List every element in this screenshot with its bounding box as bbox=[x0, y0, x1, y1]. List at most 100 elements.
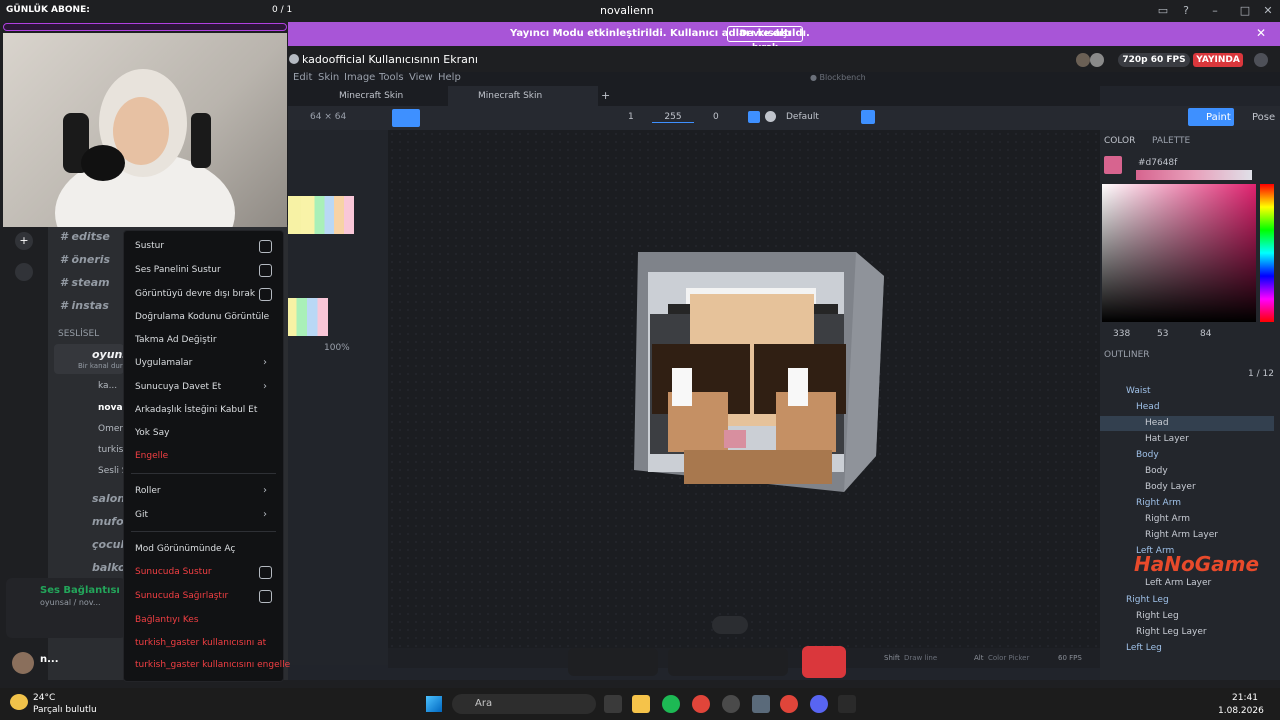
menu-item-block[interactable]: Engelle bbox=[135, 448, 168, 464]
close-icon[interactable]: ✕ bbox=[1256, 26, 1266, 40]
menu-item-change-nickname[interactable]: Takma Ad Değiştir bbox=[135, 332, 217, 348]
voice-category[interactable]: SESLİSEL bbox=[58, 329, 99, 339]
app-icon[interactable] bbox=[838, 695, 856, 713]
outliner-right-arm-layer: Right Arm Layer bbox=[1145, 530, 1218, 540]
channel-3[interactable]: # steam bbox=[60, 276, 110, 289]
mic-camera-controls[interactable] bbox=[568, 648, 658, 676]
menu-item-ignore[interactable]: Yok Say bbox=[135, 425, 169, 441]
mute-soundboard-checkbox[interactable] bbox=[259, 264, 272, 277]
tab-minecraft-skin-2: Minecraft Skin bbox=[478, 91, 543, 101]
brush-opacity: 255 bbox=[652, 112, 694, 123]
menu-item-server-deafen[interactable]: Sunucuda Sağırlaştır bbox=[135, 588, 228, 604]
discord-icon[interactable] bbox=[810, 695, 828, 713]
menu-item-go[interactable]: Git bbox=[135, 507, 148, 523]
file-explorer-icon[interactable] bbox=[632, 695, 650, 713]
square-brush-icon bbox=[748, 111, 760, 123]
menu-item-invite[interactable]: Sunucuya Davet Et bbox=[135, 379, 221, 395]
stream-options-icon[interactable] bbox=[1254, 53, 1268, 67]
back-icon[interactable] bbox=[289, 54, 299, 64]
status-fps: 60 FPS bbox=[1058, 654, 1082, 662]
inbox-icon[interactable]: ▭ bbox=[1155, 3, 1171, 19]
blockbench-tabs bbox=[288, 86, 1100, 106]
voice-user-4[interactable]: turkis bbox=[98, 445, 123, 455]
outliner-right-arm: Right Arm bbox=[1145, 514, 1191, 524]
menu-item-accept-friend[interactable]: Arkadaşlık İsteğini Kabul Et bbox=[135, 402, 257, 418]
toggle-viewers-button[interactable] bbox=[712, 616, 748, 634]
sub-goal-label: GÜNLÜK ABONE: bbox=[6, 5, 90, 15]
start-icon[interactable] bbox=[426, 696, 442, 712]
clock-time[interactable]: 21:41 bbox=[1232, 693, 1258, 703]
channel-4[interactable]: # instas bbox=[60, 299, 109, 312]
help-icon[interactable]: ? bbox=[1178, 3, 1194, 19]
viewer-avatar[interactable] bbox=[1076, 53, 1090, 67]
channel-3-name: steam bbox=[71, 276, 110, 289]
outliner-body-layer: Body Layer bbox=[1145, 482, 1196, 492]
window-title: novalienn bbox=[600, 4, 654, 17]
menu-edit: Edit bbox=[293, 72, 313, 83]
maximize-icon[interactable]: □ bbox=[1237, 3, 1253, 19]
outliner-left-leg-group: Left Leg bbox=[1126, 643, 1162, 653]
channel-4-name: instas bbox=[71, 299, 109, 312]
menu-item-server-mute[interactable]: Sunucuda Sustur bbox=[135, 564, 212, 580]
disable-video-checkbox[interactable] bbox=[259, 288, 272, 301]
chrome-icon[interactable] bbox=[780, 695, 798, 713]
menu-item-roles[interactable]: Roller bbox=[135, 483, 161, 499]
voice-connection-status[interactable]: Ses Bağlantısı K bbox=[40, 585, 131, 596]
menu-item-disable-video[interactable]: Görüntüyü devre dışı bırak bbox=[135, 286, 255, 302]
menu-item-ban-user[interactable]: turkish_gaster kullanıcısını engelle bbox=[135, 657, 290, 673]
menu-item-mute[interactable]: Sustur bbox=[135, 238, 164, 254]
weather-temp[interactable]: 24°C bbox=[33, 693, 55, 703]
avatar[interactable] bbox=[12, 652, 34, 674]
voice-channel-3[interactable]: mufo bbox=[92, 515, 124, 528]
outliner-waist: Waist bbox=[1126, 386, 1151, 396]
channel-2-name: öneris bbox=[71, 253, 111, 266]
channel-1[interactable]: # editse bbox=[60, 230, 110, 243]
menu-item-disconnect[interactable]: Bağlantıyı Kes bbox=[135, 612, 199, 628]
viewer-avatar[interactable] bbox=[1090, 53, 1104, 67]
server-deafen-checkbox[interactable] bbox=[259, 590, 272, 603]
voice-user-1[interactable]: ka... bbox=[98, 381, 117, 391]
status-color-picker: Color Picker bbox=[988, 654, 1030, 662]
menu-item-mute-soundboard[interactable]: Ses Panelini Sustur bbox=[135, 262, 221, 278]
texture-preview-2 bbox=[286, 298, 328, 336]
explore-icon[interactable] bbox=[15, 263, 33, 281]
primary-color-swatch bbox=[1104, 156, 1122, 174]
weather-icon[interactable] bbox=[10, 694, 28, 710]
chevron-right-icon: › bbox=[263, 485, 267, 496]
menu-item-mod-view[interactable]: Mod Görünümünde Aç bbox=[135, 541, 235, 557]
weather-description[interactable]: Parçalı bulutlu bbox=[33, 705, 97, 715]
activity-controls[interactable] bbox=[668, 648, 788, 676]
outliner-head: Head bbox=[1145, 418, 1169, 428]
voice-channel-5[interactable]: balko bbox=[92, 561, 126, 574]
minimize-icon[interactable]: – bbox=[1207, 3, 1223, 19]
stream-title: kadoofficial Kullanıcısının Ekranı bbox=[302, 53, 478, 66]
menu-item-view-verification[interactable]: Doğrulama Kodunu Görüntüle bbox=[135, 309, 269, 325]
spotify-icon[interactable] bbox=[662, 695, 680, 713]
server-mute-checkbox[interactable] bbox=[259, 566, 272, 579]
mute-checkbox[interactable] bbox=[259, 240, 272, 253]
blockbench-icon[interactable] bbox=[752, 695, 770, 713]
brush-tool-icon bbox=[392, 109, 420, 127]
outliner-left-arm-layer: Left Arm Layer bbox=[1145, 578, 1212, 588]
task-view-icon[interactable] bbox=[604, 695, 622, 713]
chrome-icon[interactable] bbox=[692, 695, 710, 713]
channel-2[interactable]: # öneris bbox=[60, 253, 110, 266]
chevron-right-icon: › bbox=[263, 357, 267, 368]
user-name[interactable]: n... bbox=[40, 654, 59, 665]
outliner-selection bbox=[1100, 416, 1274, 431]
taskbar-search[interactable] bbox=[452, 694, 596, 714]
sub-goal-progress bbox=[3, 23, 287, 31]
stream-quality-badge: 720p 60 FPS bbox=[1118, 53, 1190, 67]
disable-streamer-mode-button[interactable]: Devre dışı bırak bbox=[727, 26, 803, 53]
menu-separator bbox=[131, 531, 276, 532]
menu-item-apps[interactable]: Uygulamalar bbox=[135, 355, 192, 371]
voice-connection-channel[interactable]: oyunsal / nov... bbox=[40, 598, 101, 607]
menu-item-kick-user[interactable]: turkish_gaster kullanıcısını at bbox=[135, 635, 266, 651]
app-icon[interactable] bbox=[722, 695, 740, 713]
add-tab-icon: + bbox=[601, 89, 611, 102]
leave-call-button[interactable] bbox=[802, 646, 846, 678]
close-window-icon[interactable]: ✕ bbox=[1260, 3, 1276, 19]
add-server-icon[interactable]: + bbox=[15, 232, 33, 250]
outliner-body: Body bbox=[1145, 466, 1168, 476]
clock-date[interactable]: 1.08.2026 bbox=[1218, 706, 1264, 716]
